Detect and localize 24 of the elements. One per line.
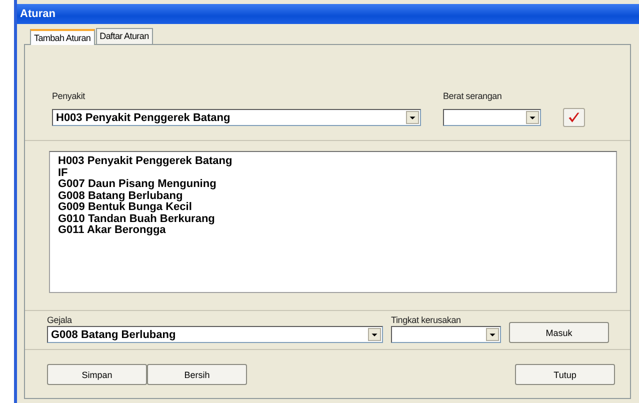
field-label: Gejala: [47, 315, 73, 325]
action-button[interactable]: Simpan: [47, 364, 147, 385]
dropdown-field[interactable]: G008 Batang Berlubang: [47, 326, 383, 343]
dropdown-field[interactable]: [443, 109, 541, 126]
add-button[interactable]: Masuk: [509, 322, 609, 343]
dropdown-field[interactable]: H003 Penyakit Penggerek Batang: [52, 109, 421, 126]
dropdown-field[interactable]: [391, 326, 501, 343]
rule-line: G009 Bentuk Bunga Kecil: [58, 202, 192, 214]
rule-line: H003 Penyakit Penggerek Batang: [58, 156, 232, 168]
rule-line: G007 Daun Pisang Menguning: [58, 179, 216, 190]
field-label: Tingkat kerusakan: [391, 315, 462, 325]
action-button[interactable]: Bersih: [147, 364, 247, 385]
tab[interactable]: Tambah Aturan: [30, 29, 95, 45]
window-title: Aturan: [20, 8, 56, 20]
rule-line: G010 Tandan Buah Berkurang: [58, 214, 215, 225]
rule-line: G011 Akar Berongga: [58, 225, 166, 236]
tab[interactable]: Daftar Aturan: [96, 28, 153, 44]
rule-line: G008 Batang Berlubang: [58, 190, 183, 202]
field-label: Berat serangan: [443, 91, 503, 101]
close-button[interactable]: Tutup: [515, 364, 615, 385]
checkmark-icon: [567, 110, 581, 124]
rule-line: IF: [58, 168, 68, 179]
field-label: Penyakit: [52, 91, 86, 101]
checkmark-button[interactable]: [563, 108, 585, 127]
